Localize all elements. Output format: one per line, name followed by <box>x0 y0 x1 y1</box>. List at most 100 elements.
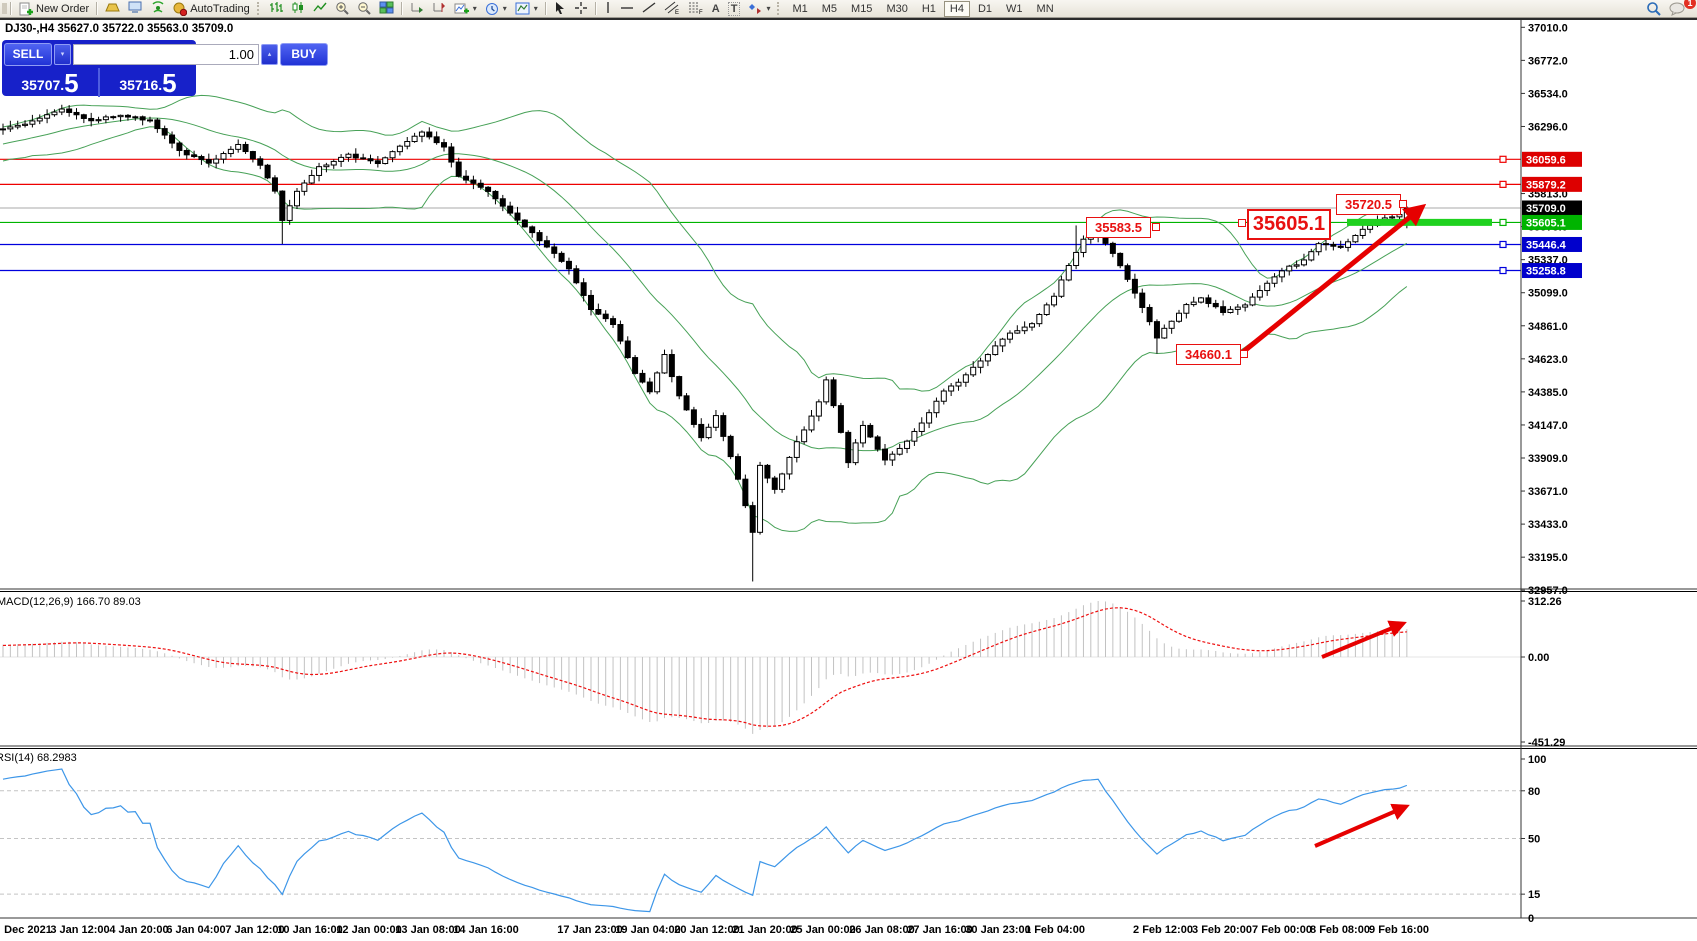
svg-text:36534.0: 36534.0 <box>1528 88 1568 100</box>
svg-text:33195.0: 33195.0 <box>1528 552 1568 564</box>
terminal-icon[interactable] <box>124 1 147 16</box>
toolbar-drag-handle[interactable] <box>257 2 262 15</box>
svg-text:0: 0 <box>1528 913 1534 925</box>
svg-text:30 Jan 23:00: 30 Jan 23:00 <box>965 924 1030 936</box>
channel-tool-icon[interactable]: E <box>660 1 684 16</box>
dropdown-icon[interactable]: ▾ <box>534 4 538 13</box>
dropdown-icon[interactable]: ▾ <box>473 4 477 13</box>
svg-text:10 Jan 16:00: 10 Jan 16:00 <box>277 924 342 936</box>
shapes-button[interactable]: ▾ <box>744 1 774 16</box>
svg-text:1 Feb 04:00: 1 Feb 04:00 <box>1025 924 1085 936</box>
clipped-edge-icon <box>0 2 7 15</box>
tile-windows-icon[interactable] <box>375 1 398 16</box>
svg-text:25 Jan 00:00: 25 Jan 00:00 <box>790 924 855 936</box>
svg-text:33671.0: 33671.0 <box>1528 486 1568 498</box>
signal-icon[interactable] <box>147 1 169 16</box>
svg-text:E: E <box>675 10 679 15</box>
timeframe-W1[interactable]: W1 <box>1000 1 1029 17</box>
sell-button[interactable]: SELL <box>4 43 52 66</box>
candlestick-mode-icon[interactable] <box>287 1 309 16</box>
annotation-anchor-handle[interactable] <box>1240 350 1248 358</box>
dropdown-icon[interactable]: ▾ <box>766 4 770 13</box>
new-order-label: New Order <box>36 3 89 15</box>
trend-arrow[interactable] <box>1322 624 1402 657</box>
volume-decrease-button[interactable]: ▾ <box>54 44 71 65</box>
chart-shift-icon[interactable] <box>428 1 450 16</box>
zoom-in-icon[interactable] <box>331 1 353 16</box>
ask-price-fraction: 5 <box>162 70 176 96</box>
bid-price-fraction: 5 <box>64 70 78 96</box>
label-tool-label: T <box>728 2 741 16</box>
text-tool[interactable]: A <box>708 1 724 16</box>
timeframe-M5[interactable]: M5 <box>816 1 843 17</box>
timeframe-M15[interactable]: M15 <box>845 1 878 17</box>
dropdown-icon[interactable]: ▾ <box>503 4 507 13</box>
svg-text:35258.8: 35258.8 <box>1526 266 1566 278</box>
buy-button[interactable]: BUY <box>280 43 328 66</box>
cursor-tool-icon[interactable] <box>550 1 570 16</box>
svg-text:7 Jan 12:00: 7 Jan 12:00 <box>225 924 284 936</box>
chart-canvas[interactable]: 37010.036772.036534.036296.035813.035575… <box>0 0 1697 941</box>
fibonacci-tool-icon[interactable]: F <box>684 1 708 16</box>
time-axis[interactable]: Dec 20213 Jan 12:004 Jan 20:006 Jan 04:0… <box>4 924 1429 936</box>
separator <box>96 2 98 15</box>
svg-text:0.00: 0.00 <box>1528 652 1549 664</box>
separator <box>10 2 12 15</box>
price-annotation-box[interactable]: 35605.1 <box>1247 209 1331 240</box>
new-order-button[interactable]: New Order <box>15 1 93 16</box>
templates-button[interactable]: ▾ <box>511 1 542 16</box>
vertical-line-tool-icon[interactable] <box>600 1 616 16</box>
gold-ingot-icon[interactable] <box>101 1 124 16</box>
indicators-button[interactable]: ▾ <box>450 1 481 16</box>
price-annotation-box[interactable]: 34660.1 <box>1176 344 1241 365</box>
svg-text:34385.0: 34385.0 <box>1528 387 1568 399</box>
rsi-panel <box>0 769 1521 912</box>
annotation-anchor-handle[interactable] <box>1399 200 1407 208</box>
price-annotation-box[interactable]: 35583.5 <box>1086 217 1151 238</box>
rsi-indicator-label: RSI(14) 68.2983 <box>0 752 77 764</box>
svg-text:2 Feb 12:00: 2 Feb 12:00 <box>1133 924 1193 936</box>
crosshair-tool-icon[interactable] <box>570 1 592 16</box>
svg-text:21 Jan 20:00: 21 Jan 20:00 <box>732 924 797 936</box>
toolbar-drag-handle[interactable] <box>777 2 782 15</box>
timeframe-H4[interactable]: H4 <box>944 1 970 17</box>
trendline-tool-icon[interactable] <box>638 1 660 16</box>
zoom-out-icon[interactable] <box>353 1 375 16</box>
svg-text:34623.0: 34623.0 <box>1528 354 1568 366</box>
svg-text:19 Jan 04:00: 19 Jan 04:00 <box>615 924 680 936</box>
timeframe-M30[interactable]: M30 <box>880 1 913 17</box>
bid-price[interactable]: 35707. 5 <box>2 68 100 97</box>
volume-increase-button[interactable]: ▴ <box>261 44 278 65</box>
svg-text:4 Jan 20:00: 4 Jan 20:00 <box>109 924 168 936</box>
autotrading-button[interactable]: AutoTrading <box>169 1 254 16</box>
notifications-button[interactable]: 1 <box>1665 1 1689 16</box>
search-icon[interactable] <box>1642 1 1665 16</box>
annotation-anchor-handle[interactable] <box>1152 223 1160 231</box>
drawings-layer[interactable] <box>1243 208 1492 846</box>
svg-text:33433.0: 33433.0 <box>1528 519 1568 531</box>
annotation-anchor-handle[interactable] <box>1238 219 1246 227</box>
ask-price[interactable]: 35716. 5 <box>100 68 196 97</box>
trend-arrow[interactable] <box>1315 807 1405 846</box>
price-annotation-box[interactable]: 35720.5 <box>1336 194 1401 215</box>
one-click-trading-panel: SELL ▾ ▴ BUY 35707. 5 35716. 5 <box>2 40 196 96</box>
line-chart-mode-icon[interactable] <box>309 1 331 16</box>
symbol-ohlc-header: DJ30-,H4 35627.0 35722.0 35563.0 35709.0 <box>5 23 233 35</box>
bar-chart-mode-icon[interactable] <box>265 1 287 16</box>
timeframe-D1[interactable]: D1 <box>972 1 998 17</box>
periods-button[interactable]: ▾ <box>481 1 511 16</box>
timeframe-MN[interactable]: MN <box>1031 1 1060 17</box>
svg-text:35605.1: 35605.1 <box>1526 217 1566 229</box>
horizontal-line-tool-icon[interactable] <box>616 1 638 16</box>
separator <box>401 2 403 15</box>
mt4-terminal: { "toolbar": { "new_order": "New Order",… <box>0 0 1697 941</box>
svg-text:50: 50 <box>1528 834 1540 846</box>
timeframe-H1[interactable]: H1 <box>916 1 942 17</box>
label-tool[interactable]: T <box>724 1 745 16</box>
timeframe-M1[interactable]: M1 <box>786 1 813 17</box>
auto-scroll-icon[interactable] <box>406 1 428 16</box>
shapes-icon <box>748 2 762 15</box>
svg-text:27 Jan 16:00: 27 Jan 16:00 <box>907 924 972 936</box>
svg-text:15: 15 <box>1528 889 1540 901</box>
volume-input[interactable] <box>73 44 259 65</box>
